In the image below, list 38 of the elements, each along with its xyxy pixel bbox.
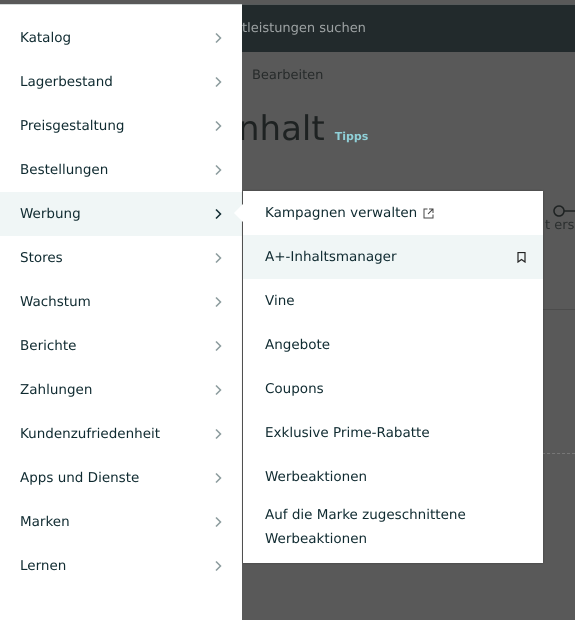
submenu-item[interactable]: Exklusive Prime-Rabatte	[243, 411, 543, 455]
chevron-right-icon	[214, 428, 222, 440]
submenu-item[interactable]: Werbeaktionen	[243, 455, 543, 499]
menu-item[interactable]: Wachstum	[0, 280, 242, 324]
menu-item[interactable]: Lagerbestand	[0, 60, 242, 104]
submenu-item[interactable]: Coupons	[243, 367, 543, 411]
chevron-right-icon	[214, 472, 222, 484]
chevron-right-icon	[214, 296, 222, 308]
tips-link[interactable]: Tipps	[334, 130, 368, 143]
chevron-right-icon	[214, 560, 222, 572]
submenu-item[interactable]: Kampagnen verwalten	[243, 191, 543, 235]
menu-item[interactable]: Kundenzufriedenheit	[0, 412, 242, 456]
external-link-icon	[423, 208, 434, 218]
chevron-right-icon	[214, 32, 222, 44]
submenu-item[interactable]: Auf die Marke zugeschnittene Werbeaktionen	[243, 499, 543, 555]
menu-item[interactable]: Katalog	[0, 16, 242, 60]
menu-item[interactable]: Lernen	[0, 544, 242, 588]
menu-item[interactable]: Zahlungen	[0, 368, 242, 412]
chevron-right-icon	[214, 164, 222, 176]
submenu-item[interactable]: Angebote	[243, 323, 543, 367]
menu-item[interactable]: Stores	[0, 236, 242, 280]
menu-item[interactable]: Marken	[0, 500, 242, 544]
menu-item[interactable]: Bestellungen	[0, 148, 242, 192]
chevron-right-icon	[214, 208, 222, 220]
submenu-item[interactable]: Vine	[243, 279, 543, 323]
menu-item[interactable]: Berichte	[0, 324, 242, 368]
chevron-right-icon	[214, 340, 222, 352]
search-field[interactable]: tleistungen suchen	[242, 21, 366, 36]
menu-item[interactable]: Werbung	[0, 192, 242, 236]
submenu-item[interactable]: A+-Inhaltsmanager	[243, 235, 543, 279]
chevron-right-icon	[214, 384, 222, 396]
chevron-right-icon	[214, 252, 222, 264]
step-node-icon	[553, 204, 575, 218]
chevron-right-icon	[214, 76, 222, 88]
chevron-right-icon	[214, 516, 222, 528]
bookmark-icon[interactable]	[516, 252, 527, 262]
menu-item[interactable]: Apps und Dienste	[0, 456, 242, 500]
chevron-right-icon	[214, 120, 222, 132]
